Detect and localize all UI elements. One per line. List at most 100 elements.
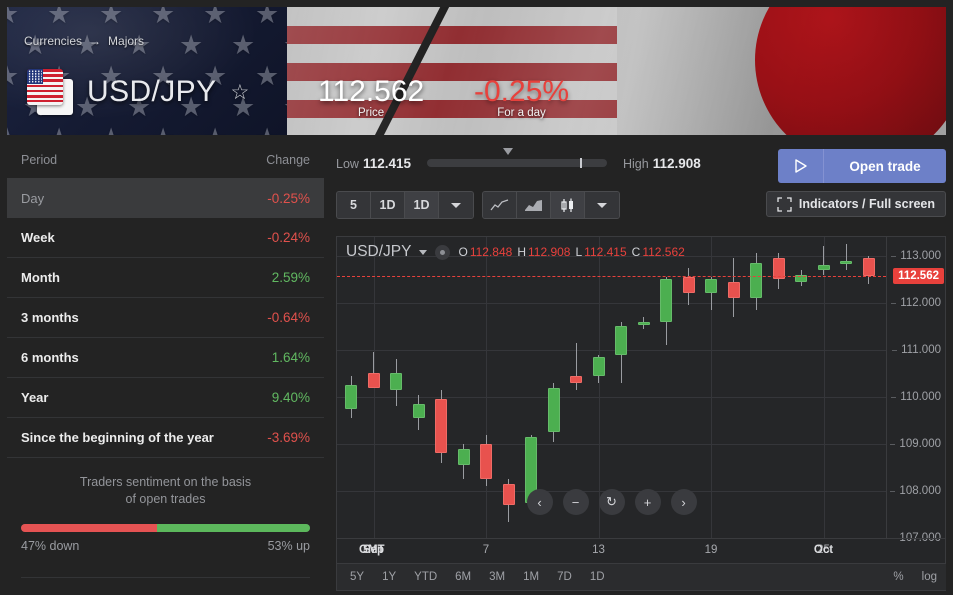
traders-sentiment: Traders sentiment on the basis of open t… <box>7 474 324 553</box>
current-price-block: 112.562 Price <box>318 75 424 119</box>
day-high-label: High <box>623 156 649 171</box>
interval-button-0[interactable]: 5 <box>337 192 371 218</box>
daily-change-block: -0.25% For a day <box>474 75 569 119</box>
chevron-down-icon[interactable] <box>419 249 428 255</box>
range-button-1m[interactable]: 1M <box>514 571 548 583</box>
ohlc-h-label: H <box>517 245 526 259</box>
sentiment-legend: 47% down 53% up <box>21 539 310 553</box>
zoom-in-button[interactable]: + <box>634 489 661 515</box>
candle-body <box>592 356 605 376</box>
percent-scale-button[interactable]: % <box>884 571 912 583</box>
candle-body <box>412 403 425 419</box>
breadcrumb: Currencies → Majors <box>24 34 144 48</box>
sentiment-bar-up <box>156 524 310 532</box>
day-low-value: 112.415 <box>362 155 411 171</box>
breadcrumb-arrow-icon: → <box>89 34 102 48</box>
candle-body <box>615 326 627 355</box>
reset-chart-button[interactable]: ↻ <box>598 489 625 515</box>
candle-body <box>727 281 740 299</box>
breadcrumb-item-currencies[interactable]: Currencies <box>24 34 82 48</box>
interval-more-button[interactable] <box>439 192 473 218</box>
period-name: Month <box>21 270 60 285</box>
column-header-change: Change <box>266 153 310 167</box>
range-button-1d[interactable]: 1D <box>581 571 614 583</box>
chart-legend: USD/JPY O 112.848 H 112.908 L 112.415 C 112.562 <box>346 243 690 261</box>
period-name: 6 months <box>21 350 79 365</box>
candle-body <box>367 373 380 388</box>
page-title: USD/JPY <box>87 75 217 108</box>
chart-type-more-button[interactable] <box>585 192 619 218</box>
open-trade-button[interactable]: Open trade <box>778 149 946 183</box>
asset-page: ★★★★★★★★★★★★★★★★★★★★★★★★★★★★★★ Currencie… <box>0 0 953 595</box>
period-change: -0.25% <box>267 190 310 206</box>
chart-panel: Low 112.415 High 112.908 Open trade 5 1D 1… <box>336 143 946 591</box>
candle-body <box>660 279 672 322</box>
chart-symbol-label[interactable]: USD/JPY <box>346 243 411 261</box>
price-axis[interactable]: 113.000 112.000 111.000 110.000 109.000 108.0… <box>886 237 946 544</box>
last-price-line <box>337 276 886 278</box>
candle-body <box>345 385 357 409</box>
breadcrumb-item-majors[interactable]: Majors <box>108 34 144 48</box>
scroll-left-button[interactable]: ‹ <box>526 489 553 515</box>
interval-button-2[interactable]: 1D <box>405 192 439 218</box>
candle-body <box>682 276 695 294</box>
period-row-3-months[interactable]: 3 months -0.64% <box>7 298 324 338</box>
symbol-row: USD/JPY ☆ <box>27 69 249 115</box>
line-chart-icon[interactable] <box>483 192 517 218</box>
ohlc-o-value: 112.848 <box>469 245 513 259</box>
period-row-since-the-beginning-of-the-year[interactable]: Since the beginning of the year -3.69% <box>7 418 324 458</box>
sentiment-title-line1: Traders sentiment on the basis <box>79 475 252 489</box>
log-scale-button[interactable]: log <box>913 571 946 583</box>
favorite-star-icon[interactable]: ☆ <box>231 80 250 105</box>
period-row-year[interactable]: Year 9.40% <box>7 378 324 418</box>
candle-body <box>637 321 650 325</box>
range-button-3m[interactable]: 3M <box>480 571 514 583</box>
period-row-month[interactable]: Month 2.59% <box>7 258 324 298</box>
candle-body <box>480 443 492 480</box>
candlestick-chart-icon[interactable] <box>551 192 585 218</box>
price-axis-tick: 108.000 <box>890 484 941 497</box>
range-button-6m[interactable]: 6M <box>446 571 480 583</box>
range-marker-icon <box>503 148 513 155</box>
period-name: Year <box>21 390 49 405</box>
area-chart-icon[interactable] <box>517 192 551 218</box>
usd-flag-card-icon <box>27 69 63 105</box>
candle-body <box>457 448 470 466</box>
candle-body <box>705 279 717 294</box>
sentiment-bar-down <box>21 524 157 532</box>
period-name: Day <box>21 190 45 206</box>
candle-wick <box>823 246 824 275</box>
panel-divider <box>21 577 310 578</box>
day-range-row: Low 112.415 High 112.908 Open trade <box>336 143 946 183</box>
candle-body <box>750 262 762 299</box>
price-chart[interactable]: USD/JPY O 112.848 H 112.908 L 112.415 C 112.562… <box>336 236 946 591</box>
ohlc-o-label: O <box>458 245 468 259</box>
period-change: 9.40% <box>271 390 310 405</box>
period-row-week[interactable]: Week -0.24% <box>7 218 324 258</box>
price-axis-tick: 113.000 <box>891 249 941 262</box>
candle-body <box>390 373 402 390</box>
last-price-badge: 112.562 <box>893 268 944 285</box>
time-axis-tick: Sep <box>362 544 385 556</box>
ohlc-l-label: L <box>575 245 583 259</box>
day-high-value: 112.908 <box>652 155 701 171</box>
indicators-fullscreen-button[interactable]: Indicators / Full screen <box>765 191 946 217</box>
candle-body <box>435 399 447 454</box>
ohlc-values: O 112.848 H 112.908 L 112.415 C 112.562 <box>458 245 689 259</box>
range-button-5y[interactable]: 5Y <box>337 571 373 583</box>
asset-banner: ★★★★★★★★★★★★★★★★★★★★★★★★★★★★★★ Currencie… <box>7 7 946 135</box>
eye-icon[interactable] <box>435 244 451 260</box>
daily-change-value: -0.25% <box>474 75 570 108</box>
range-button-1y[interactable]: 1Y <box>373 571 405 583</box>
interval-button-1[interactable]: 1D <box>371 192 405 218</box>
period-row-day[interactable]: Day -0.25% <box>7 178 324 218</box>
range-button-ytd[interactable]: YTD <box>405 571 446 583</box>
period-row-6-months[interactable]: 6 months 1.64% <box>7 338 324 378</box>
time-axis-tick: 7 <box>482 544 490 556</box>
scroll-right-button[interactable]: › <box>670 489 697 515</box>
range-button-7d[interactable]: 7D <box>548 571 581 583</box>
zoom-out-button[interactable]: − <box>562 489 589 515</box>
day-range-slider[interactable] <box>427 148 607 168</box>
time-axis[interactable]: GMT Sep 7 13 19 25 Oct <box>337 538 946 563</box>
day-high: High 112.908 <box>623 156 701 171</box>
